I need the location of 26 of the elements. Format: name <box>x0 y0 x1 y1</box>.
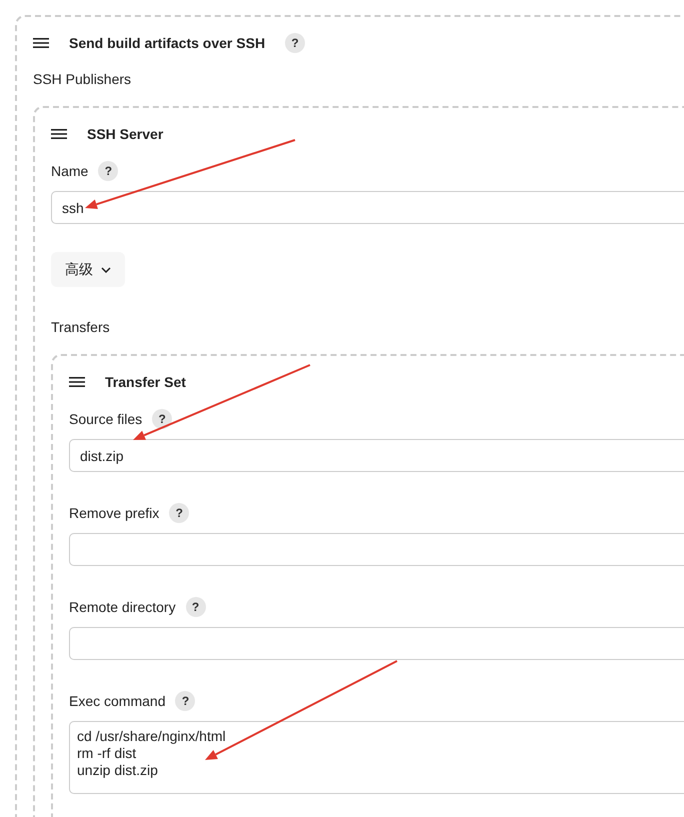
field-label: Name <box>51 162 88 180</box>
help-button[interactable]: ? <box>169 503 190 523</box>
exec-command-field[interactable]: cd /usr/share/nginx/html rm -rf dist unzip dist.zip <box>69 721 684 794</box>
server-title: SSH Server <box>87 124 164 144</box>
help-button[interactable]: ? <box>98 161 118 181</box>
field-label: Exec command <box>69 692 166 710</box>
drag-handle-icon[interactable] <box>69 377 85 387</box>
drag-handle-icon[interactable] <box>33 38 49 48</box>
input-field[interactable]: ssh <box>51 191 684 224</box>
help-button[interactable]: ? <box>152 409 172 429</box>
drag-handle-icon[interactable] <box>51 129 67 139</box>
transfer-title: Transfer Set <box>105 372 186 392</box>
input-field[interactable] <box>69 533 684 566</box>
help-button[interactable]: ? <box>175 691 196 711</box>
field-label: Source files <box>69 410 142 428</box>
help-button[interactable]: ? <box>186 597 206 617</box>
section-title: Send build artifacts over SSH <box>69 34 266 52</box>
help-button[interactable]: ? <box>285 33 306 53</box>
input-field[interactable]: dist.zip <box>69 439 684 472</box>
section-label: Transfers <box>51 318 110 337</box>
input-field[interactable] <box>69 627 684 660</box>
chevron-down-icon <box>101 266 111 272</box>
field-label: Remote directory <box>69 598 176 617</box>
advanced-button[interactable]: 高级 <box>51 252 125 287</box>
section-label: SSH Publishers <box>33 70 132 89</box>
field-label: Remove prefix <box>69 504 160 523</box>
